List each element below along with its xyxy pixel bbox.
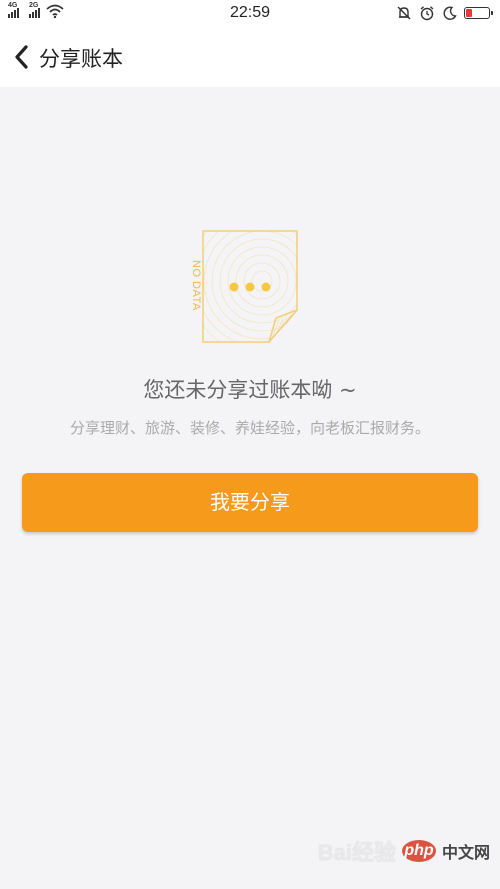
empty-subtitle: 分享理财、旅游、装修、养娃经验，向老板汇报财务。	[69, 419, 430, 437]
no-data-label: NO DATA	[190, 260, 202, 311]
navigation-bar: 分享账本	[0, 28, 500, 87]
battery-level	[466, 9, 472, 17]
alarm-icon	[420, 6, 434, 21]
mute-bell-icon	[397, 6, 411, 20]
site-name: 中文网	[441, 843, 490, 862]
battery-icon	[464, 7, 493, 19]
empty-illustration: NO DATA	[180, 226, 310, 356]
no-data-document-icon: NO DATA	[190, 230, 298, 343]
status-right	[396, 5, 493, 21]
page-title: 分享账本	[39, 47, 123, 71]
back-button[interactable]	[10, 40, 38, 74]
moon-icon	[443, 6, 457, 20]
baidu-watermark: Bai经验	[317, 840, 396, 865]
php-logo: php	[401, 840, 436, 862]
share-button[interactable]: 我要分享	[22, 473, 478, 532]
chevron-left-icon	[15, 45, 28, 69]
empty-title: 您还未分享过账本呦 ~	[143, 378, 357, 402]
watermark: Bai经验 php 中文网	[318, 835, 490, 867]
status-bar: 4G 2G 22:59	[0, 0, 500, 28]
